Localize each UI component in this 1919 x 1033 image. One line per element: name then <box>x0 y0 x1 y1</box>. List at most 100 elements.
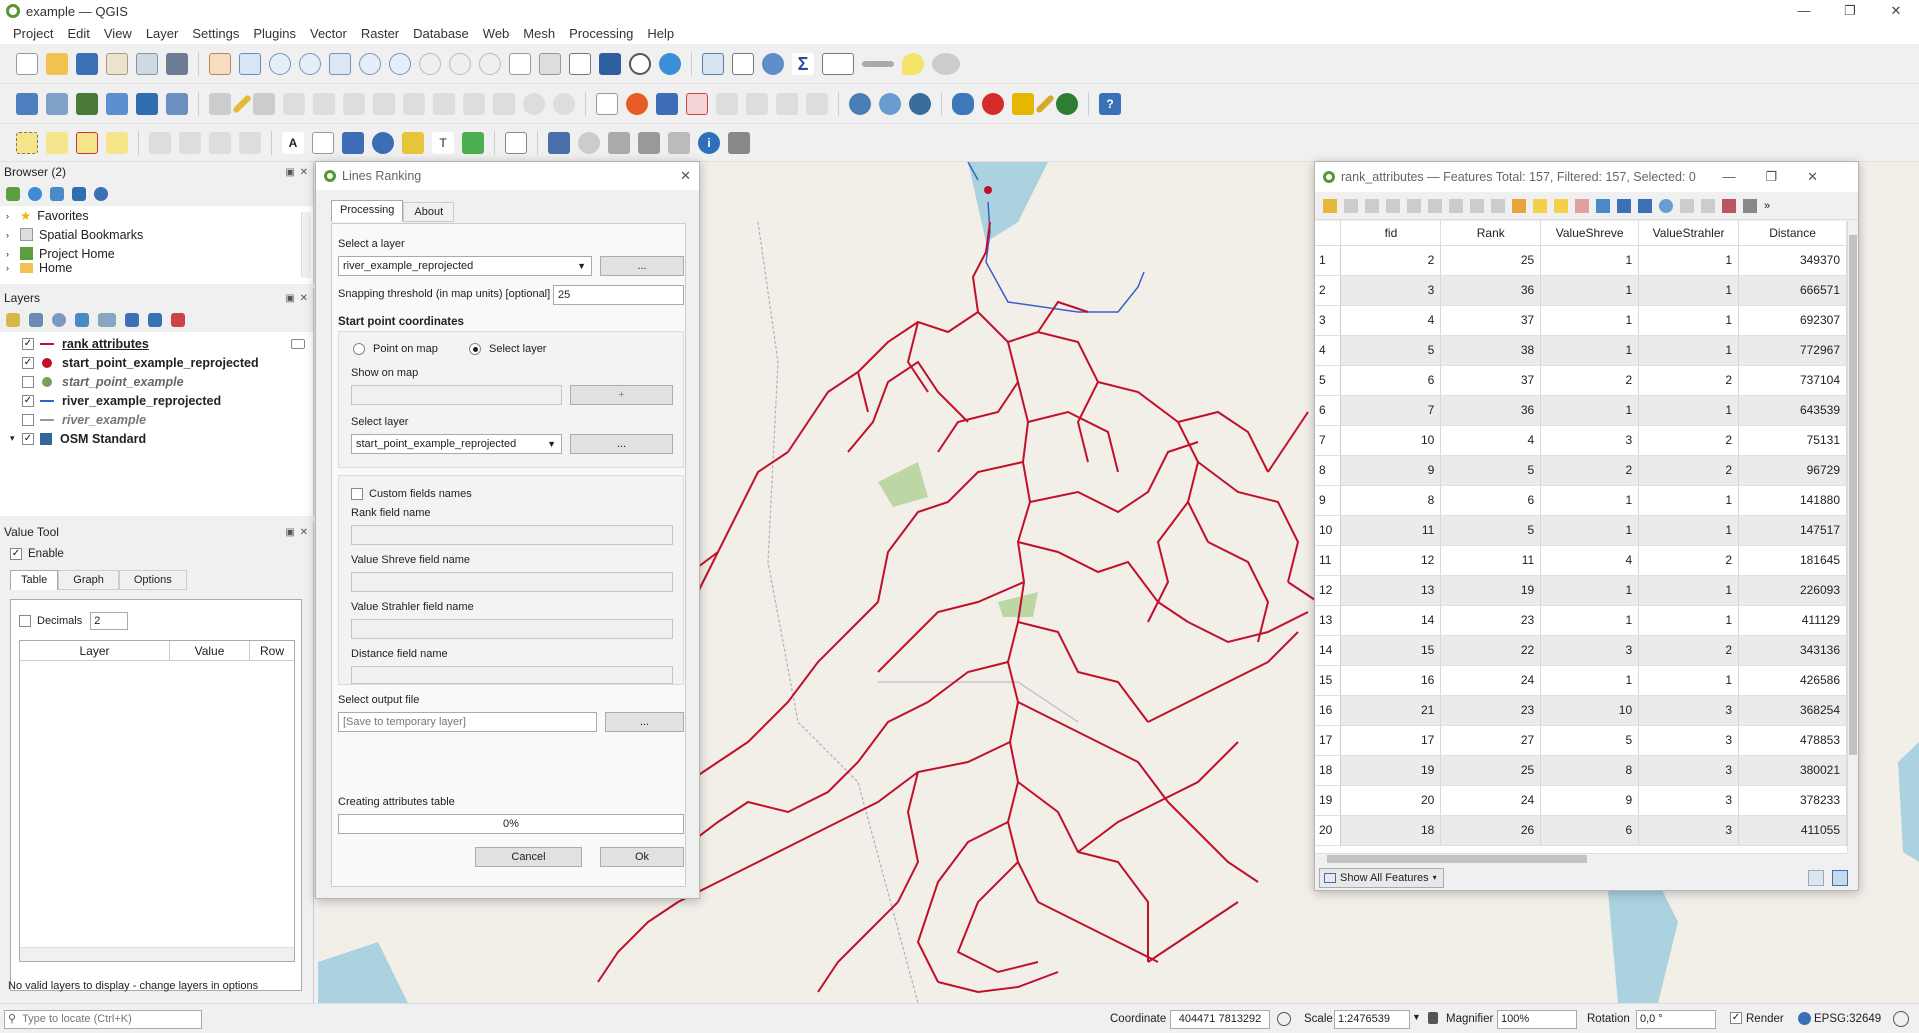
cell-value-shreve[interactable]: 1 <box>1540 275 1640 306</box>
rotate-feature-icon[interactable] <box>209 131 231 154</box>
new-bookmark-icon[interactable] <box>569 52 591 75</box>
messages-icon[interactable] <box>1893 1011 1909 1027</box>
add-vector-layer-icon[interactable] <box>76 92 98 115</box>
cell-distance[interactable]: 181645 <box>1738 545 1847 576</box>
scale-combobox[interactable]: 1:2476539 <box>1334 1010 1410 1029</box>
cell-distance[interactable]: 411129 <box>1738 605 1847 636</box>
cell-value-shreve[interactable]: 6 <box>1540 815 1640 846</box>
cell-distance[interactable]: 147517 <box>1738 515 1847 546</box>
cell-rank[interactable]: 25 <box>1440 755 1542 786</box>
cell-fid[interactable]: 8 <box>1340 485 1442 516</box>
table-view-toggle-icon[interactable] <box>1832 870 1848 886</box>
cut-icon[interactable] <box>1449 198 1463 213</box>
cell-rank[interactable]: 25 <box>1440 245 1542 276</box>
cell-value-shreve[interactable]: 1 <box>1540 605 1640 636</box>
layer-item-river-reprojected[interactable]: ✓ river_example_reprojected <box>22 391 313 410</box>
column-value[interactable]: Value <box>170 641 250 660</box>
vertical-scrollbar[interactable] <box>1847 221 1858 853</box>
row-number[interactable]: 11 <box>1315 545 1342 576</box>
processing-toolbox-icon[interactable] <box>762 52 784 75</box>
menu-project[interactable]: Project <box>6 26 60 41</box>
digitize-shape-icon[interactable] <box>313 92 335 115</box>
invert-selection-icon[interactable] <box>1554 198 1568 213</box>
table-row[interactable]: 11 12 11 4 2 181645 <box>1315 545 1847 576</box>
ok-button[interactable]: Ok <box>600 847 684 867</box>
style-manager-icon[interactable] <box>166 52 188 75</box>
cell-distance[interactable]: 478853 <box>1738 725 1847 756</box>
properties-icon[interactable] <box>94 187 108 201</box>
layer-visibility-checkbox[interactable] <box>22 413 34 426</box>
cell-rank[interactable]: 5 <box>1440 455 1542 486</box>
row-number[interactable]: 8 <box>1315 455 1342 486</box>
cell-value-shreve[interactable]: 9 <box>1540 785 1640 816</box>
browser-item-project-home[interactable]: › Project Home <box>6 244 313 263</box>
cell-distance[interactable]: 737104 <box>1738 365 1847 396</box>
layer-labeling-icon[interactable] <box>596 92 618 115</box>
save-edits-icon[interactable] <box>253 92 275 115</box>
current-edits-icon[interactable] <box>209 92 231 115</box>
row-number[interactable]: 12 <box>1315 575 1342 606</box>
start-point-layer-combobox[interactable]: start_point_example_reprojected ▼ <box>351 434 562 454</box>
zoom-to-selected-icon[interactable] <box>1659 198 1673 213</box>
new-project-icon[interactable] <box>16 52 38 75</box>
column-value-strahler[interactable]: ValueStrahler <box>1638 221 1740 246</box>
change-label-icon[interactable] <box>806 92 828 115</box>
cell-distance[interactable]: 380021 <box>1738 755 1847 786</box>
value-tool-icon[interactable] <box>728 131 750 154</box>
table-row[interactable]: 8 9 5 2 2 96729 <box>1315 455 1847 486</box>
cell-rank[interactable]: 27 <box>1440 725 1542 756</box>
add-annotation-icon[interactable] <box>462 131 484 154</box>
row-number[interactable]: 9 <box>1315 485 1342 516</box>
zoom-out-icon[interactable] <box>299 52 321 75</box>
browser-scrollbar[interactable] <box>301 212 311 278</box>
cell-distance[interactable]: 141880 <box>1738 485 1847 516</box>
cell-value-strahler[interactable]: 2 <box>1638 365 1740 396</box>
cell-fid[interactable]: 3 <box>1340 275 1442 306</box>
cell-value-strahler[interactable]: 1 <box>1638 665 1740 696</box>
attributes-form-icon[interactable] <box>822 52 854 75</box>
zoom-in-icon[interactable] <box>269 52 291 75</box>
cell-value-strahler[interactable]: 1 <box>1638 305 1740 336</box>
coordinate-capture-icon[interactable] <box>608 131 630 154</box>
redo-icon[interactable] <box>553 92 575 115</box>
cell-value-shreve[interactable]: 5 <box>1540 725 1640 756</box>
label-tool-icon[interactable]: A <box>282 131 304 154</box>
layout-manager-icon[interactable] <box>136 52 158 75</box>
cell-value-shreve[interactable]: 3 <box>1540 425 1640 456</box>
cell-rank[interactable]: 11 <box>1440 545 1542 576</box>
cell-rank[interactable]: 26 <box>1440 815 1542 846</box>
menu-processing[interactable]: Processing <box>562 26 640 41</box>
cell-value-strahler[interactable]: 1 <box>1638 485 1740 516</box>
browse-start-layer-button[interactable]: ... <box>570 434 673 454</box>
add-feature-icon[interactable] <box>283 92 305 115</box>
manage-map-themes-icon[interactable] <box>52 313 66 327</box>
close-button[interactable]: ✕ <box>1873 0 1919 22</box>
select-features-icon[interactable] <box>16 131 38 154</box>
collapse-all-icon[interactable] <box>148 313 162 327</box>
row-number[interactable]: 10 <box>1315 515 1342 546</box>
lock-icon[interactable] <box>1428 1012 1438 1024</box>
data-source-manager-icon[interactable] <box>16 92 38 115</box>
table-row[interactable]: 2 3 36 1 1 666571 <box>1315 275 1847 306</box>
highlight-pinned-labels-icon[interactable] <box>656 92 678 115</box>
render-checkbox[interactable]: ✓ <box>1730 1012 1742 1024</box>
row-number[interactable]: 5 <box>1315 365 1342 396</box>
minimize-button[interactable]: — <box>1781 0 1827 22</box>
layer-item-start-point-example[interactable]: start_point_example <box>22 372 313 391</box>
cell-value-strahler[interactable]: 3 <box>1638 785 1740 816</box>
cell-fid[interactable]: 20 <box>1340 785 1442 816</box>
locator-search[interactable]: ⚲ Type to locate (Ctrl+K) <box>4 1010 202 1029</box>
cell-value-strahler[interactable]: 1 <box>1638 575 1740 606</box>
delete-feature-icon[interactable] <box>1428 198 1442 213</box>
zoom-next-icon[interactable] <box>479 52 501 75</box>
table-row[interactable]: 7 10 4 3 2 75131 <box>1315 425 1847 456</box>
cut-features-icon[interactable] <box>433 92 455 115</box>
filter-icon[interactable] <box>1596 198 1610 213</box>
chevron-down-icon[interactable]: ▼ <box>1412 1012 1421 1022</box>
cell-rank[interactable]: 36 <box>1440 395 1542 426</box>
add-feature-icon[interactable] <box>1407 198 1421 213</box>
show-hide-labels-icon[interactable] <box>716 92 738 115</box>
layer-visibility-checkbox[interactable] <box>22 375 34 388</box>
plugin-reloader-icon[interactable] <box>982 92 1004 115</box>
toggle-editing-icon[interactable] <box>232 93 252 114</box>
